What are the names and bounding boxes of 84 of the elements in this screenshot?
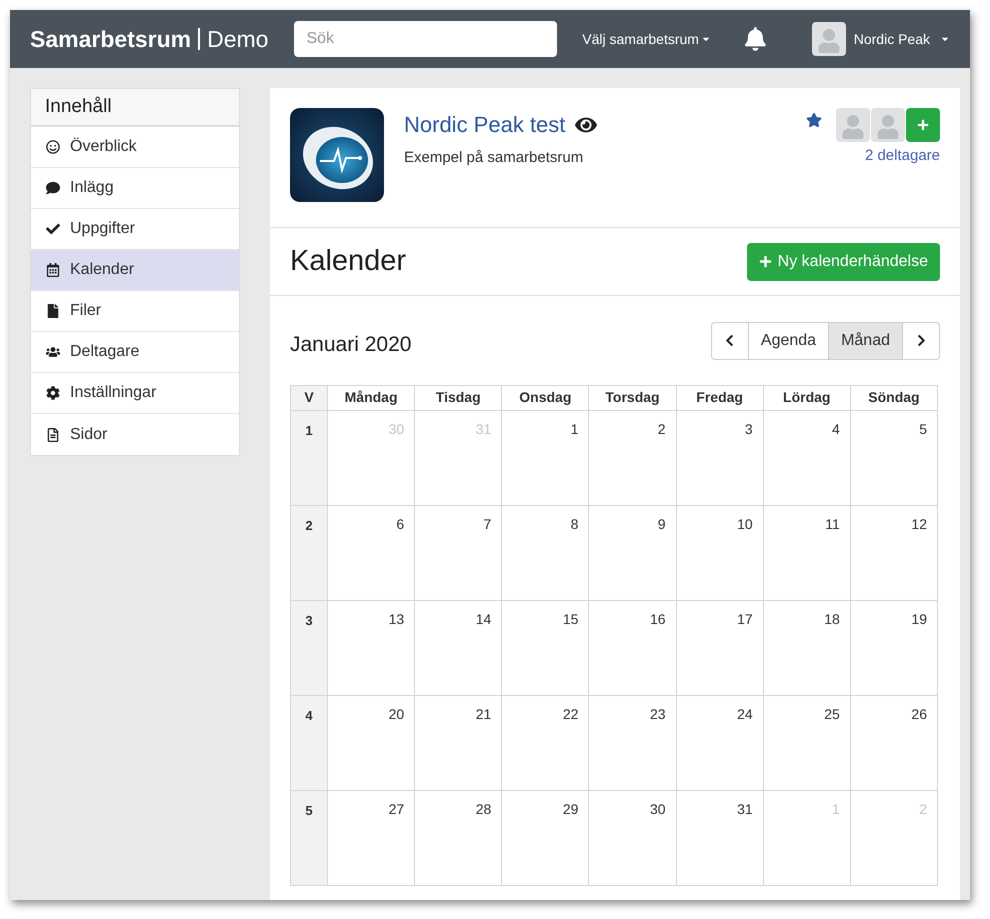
week-number: 3 xyxy=(290,600,328,695)
day-cell[interactable]: 24 xyxy=(676,695,764,790)
smiley-icon xyxy=(46,140,60,154)
participants-link[interactable]: 2 deltagare xyxy=(864,145,940,168)
day-cell[interactable]: 4 xyxy=(763,410,850,505)
column-header: Fredag xyxy=(676,385,764,410)
avatar xyxy=(812,22,846,56)
people-icon xyxy=(46,345,60,359)
day-cell[interactable]: 31 xyxy=(676,790,764,885)
day-cell[interactable]: 15 xyxy=(502,600,589,695)
day-cell[interactable]: 30 xyxy=(588,790,676,885)
day-cell[interactable]: 23 xyxy=(588,695,676,790)
search-field[interactable]: Sök xyxy=(294,21,558,57)
brand-logo[interactable]: Samarbetsrum Demo xyxy=(30,22,268,56)
day-cell[interactable]: 9 xyxy=(588,505,676,600)
project-title[interactable]: Nordic Peak test xyxy=(404,108,566,141)
day-cell[interactable]: 14 xyxy=(414,600,502,695)
day-cell[interactable]: 19 xyxy=(850,600,938,695)
column-header: Lördag xyxy=(763,385,850,410)
day-cell[interactable]: 7 xyxy=(414,505,502,600)
day-cell[interactable]: 2 xyxy=(588,410,676,505)
day-cell[interactable]: 22 xyxy=(502,695,589,790)
star-icon[interactable] xyxy=(806,112,822,128)
sidebar-item-label: Kalender xyxy=(70,260,134,280)
view-tab[interactable]: Agenda xyxy=(748,322,830,360)
speech-bubble-icon xyxy=(46,181,60,195)
add-participant-button[interactable] xyxy=(906,108,940,142)
sidebar-item-label: Deltagare xyxy=(70,342,140,362)
user-menu[interactable]: Nordic Peak xyxy=(812,22,950,56)
section-heading: Kalender xyxy=(290,244,406,279)
document-icon xyxy=(46,428,60,442)
avatar xyxy=(871,108,905,142)
bell-icon[interactable] xyxy=(744,27,766,51)
day-cell[interactable]: 16 xyxy=(588,600,676,695)
sidebar-item-label: Filer xyxy=(70,301,102,321)
sidebar-item-label: Uppgifter xyxy=(70,219,135,239)
project-subtitle: Exempel på samarbetsrum xyxy=(404,148,584,168)
week-number: 5 xyxy=(290,790,328,885)
day-cell[interactable]: 20 xyxy=(328,695,415,790)
day-cell[interactable]: 17 xyxy=(676,600,764,695)
column-header: Onsdag xyxy=(502,385,589,410)
gear-icon xyxy=(46,386,60,400)
avatar xyxy=(836,108,870,142)
day-cell[interactable]: 6 xyxy=(328,505,415,600)
plus-icon xyxy=(917,119,929,131)
view-tab[interactable]: Månad xyxy=(829,322,903,360)
week-number: 1 xyxy=(290,410,328,505)
day-cell[interactable]: 28 xyxy=(414,790,502,885)
sidebar-title: Innehåll xyxy=(31,89,239,127)
sidebar-item-label: Inlägg xyxy=(70,178,114,198)
column-header: Torsdag xyxy=(588,385,676,410)
day-cell[interactable]: 27 xyxy=(328,790,415,885)
month-title: Januari 2020 xyxy=(290,332,412,358)
sidebar-item-label: Sidor xyxy=(70,424,108,444)
day-cell[interactable]: 5 xyxy=(850,410,938,505)
day-cell[interactable]: 3 xyxy=(676,410,764,505)
day-cell[interactable]: 18 xyxy=(763,600,850,695)
checkmark-icon xyxy=(46,222,60,236)
previous-button[interactable] xyxy=(710,322,749,360)
day-cell[interactable]: 8 xyxy=(502,505,589,600)
day-cell[interactable]: 21 xyxy=(414,695,502,790)
column-header: V xyxy=(290,385,328,410)
file-icon xyxy=(46,304,60,318)
day-cell[interactable]: 10 xyxy=(676,505,764,600)
sidebar-item-label: Överblick xyxy=(70,136,137,157)
day-cell[interactable]: 25 xyxy=(763,695,850,790)
week-number: 4 xyxy=(290,695,328,790)
day-cell[interactable]: 11 xyxy=(763,505,850,600)
plus-icon xyxy=(758,255,772,268)
day-cell[interactable]: 12 xyxy=(850,505,938,600)
day-cell[interactable]: 13 xyxy=(328,600,415,695)
week-number: 2 xyxy=(290,505,328,600)
sidebar-item-label: Inställningar xyxy=(70,383,156,403)
column-header: Tisdag xyxy=(414,385,502,410)
workspace-dropdown[interactable]: Välj samarbetsrum xyxy=(582,28,711,50)
column-header: Söndag xyxy=(850,385,938,410)
sidebar-item[interactable]: Kalender xyxy=(31,250,239,291)
logo-icon xyxy=(290,108,384,202)
column-header: Måndag xyxy=(328,385,415,410)
calendar-icon xyxy=(46,263,60,277)
next-button[interactable] xyxy=(903,322,940,360)
day-cell[interactable]: 1 xyxy=(502,410,589,505)
day-cell[interactable]: 29 xyxy=(502,790,589,885)
day-cell[interactable]: 26 xyxy=(850,695,938,790)
